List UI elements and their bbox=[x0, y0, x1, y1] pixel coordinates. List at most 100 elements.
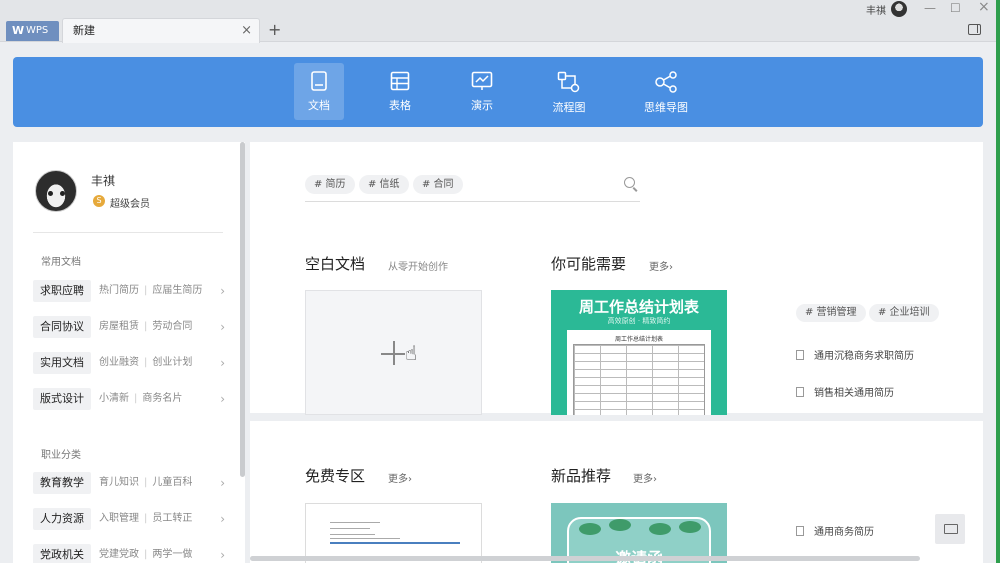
chevron-right-icon[interactable]: › bbox=[220, 472, 225, 494]
sidebar-item-government[interactable]: 党政机关 党建党政 | 两学一做 › bbox=[33, 544, 225, 563]
sub-link[interactable]: 入职管理 bbox=[99, 513, 139, 524]
category-label: 思维导图 bbox=[644, 101, 688, 114]
spreadsheet-icon bbox=[390, 71, 410, 91]
search-tag-resume[interactable]: # 简历 bbox=[305, 175, 355, 194]
tab-new[interactable]: 新建 × bbox=[62, 18, 260, 43]
side-panel-icon[interactable] bbox=[968, 24, 981, 35]
separator: | bbox=[134, 393, 138, 404]
chevron-right-icon[interactable]: › bbox=[220, 352, 225, 374]
account-avatar[interactable] bbox=[891, 1, 907, 17]
sidebar-divider bbox=[33, 232, 223, 233]
category-presentation[interactable]: 演示 bbox=[457, 63, 507, 120]
close-icon[interactable]: × bbox=[241, 19, 252, 43]
new-template-card[interactable]: 邀请函 bbox=[551, 503, 727, 563]
new-items-title: 新品推荐 bbox=[551, 467, 612, 485]
free-template-card[interactable] bbox=[305, 503, 482, 563]
sub-link[interactable]: 创业融资 bbox=[99, 357, 139, 368]
feedback-icon[interactable] bbox=[935, 514, 965, 544]
sidebar-scrollbar[interactable] bbox=[240, 142, 245, 477]
new-item-link[interactable]: 通用商务简历 bbox=[796, 523, 874, 538]
sub-link[interactable]: 创业计划 bbox=[152, 357, 192, 368]
category-mindmap[interactable]: 思维导图 bbox=[641, 63, 691, 120]
leaf-decoration bbox=[609, 519, 631, 531]
leaf-decoration bbox=[579, 523, 601, 535]
section-title-career: 职业分类 bbox=[41, 450, 81, 461]
tag-marketing[interactable]: # 营销管理 bbox=[796, 304, 866, 322]
sub-link[interactable]: 员工转正 bbox=[152, 513, 192, 524]
category-document[interactable]: 文档 bbox=[294, 63, 344, 120]
free-more-link[interactable]: 更多› bbox=[388, 470, 412, 485]
template-preview: 周工作总结计划表 bbox=[567, 330, 711, 415]
preview-line bbox=[330, 528, 370, 529]
leaf-decoration bbox=[679, 521, 701, 533]
account-name[interactable]: 丰祺 bbox=[866, 2, 886, 17]
sidebar-sub: 党建党政 | 两学一做 bbox=[99, 544, 192, 563]
template-table-grid bbox=[573, 344, 705, 415]
sub-link[interactable]: 劳动合同 bbox=[152, 321, 192, 332]
flowchart-icon bbox=[557, 71, 580, 93]
section-title-common: 常用文档 bbox=[41, 257, 81, 268]
sidebar-item-layout[interactable]: 版式设计 小清新 | 商务名片 › bbox=[33, 388, 225, 410]
mindmap-icon bbox=[655, 71, 677, 93]
sub-link[interactable]: 两学一做 bbox=[152, 549, 192, 560]
sidebar-item-education[interactable]: 教育教学 育儿知识 | 儿童百科 › bbox=[33, 472, 225, 494]
tag-training[interactable]: # 企业培训 bbox=[869, 304, 939, 322]
user-avatar[interactable] bbox=[35, 170, 77, 212]
minimize-button[interactable]: — bbox=[924, 1, 936, 15]
presentation-icon bbox=[471, 71, 493, 90]
link-text: 通用商务简历 bbox=[814, 527, 874, 538]
category-spreadsheet[interactable]: 表格 bbox=[375, 63, 425, 120]
sidebar-tag[interactable]: 人力资源 bbox=[33, 508, 91, 530]
chevron-right-icon[interactable]: › bbox=[220, 316, 225, 338]
separator: | bbox=[144, 549, 148, 560]
sidebar-tag[interactable]: 实用文档 bbox=[33, 352, 91, 374]
search-tag-letter[interactable]: # 信纸 bbox=[359, 175, 409, 194]
wps-tab-label: WPS bbox=[26, 25, 49, 36]
sidebar-sub: 小清新 | 商务名片 bbox=[99, 388, 182, 410]
template-card-weekly[interactable]: 周工作总结计划表 高效原创 · 精致简约 周工作总结计划表 bbox=[551, 290, 727, 415]
chevron-right-icon[interactable]: › bbox=[220, 388, 225, 410]
window-edge bbox=[996, 0, 1000, 563]
sidebar-item-practical[interactable]: 实用文档 创业融资 | 创业计划 › bbox=[33, 352, 225, 374]
recommend-link-1[interactable]: 通用沉稳商务求职简历 bbox=[796, 347, 914, 362]
sidebar-item-contract[interactable]: 合同协议 房屋租赁 | 劳动合同 › bbox=[33, 316, 225, 338]
sub-link[interactable]: 育儿知识 bbox=[99, 477, 139, 488]
tab-new-label: 新建 bbox=[73, 24, 95, 37]
wps-home-tab[interactable]: W WPS bbox=[6, 21, 59, 41]
add-tab-button[interactable]: + bbox=[268, 20, 281, 39]
search-icon[interactable] bbox=[624, 177, 635, 188]
main-panel-bottom: 免费专区 更多› 新品推荐 更多› 邀请函 通用商务简历 bbox=[250, 421, 983, 563]
sub-link[interactable]: 应届生简历 bbox=[152, 285, 202, 296]
chevron-right-icon[interactable]: › bbox=[220, 280, 225, 302]
free-zone-title: 免费专区 bbox=[305, 467, 366, 485]
blank-document-card[interactable]: ☝ bbox=[305, 290, 482, 415]
sub-link[interactable]: 儿童百科 bbox=[152, 477, 192, 488]
recommend-link-2[interactable]: 销售相关通用简历 bbox=[796, 384, 894, 399]
sub-link[interactable]: 商务名片 bbox=[142, 393, 182, 404]
window-close-button[interactable]: × bbox=[978, 0, 990, 15]
category-flowchart[interactable]: 流程图 bbox=[543, 63, 595, 120]
sub-link[interactable]: 小清新 bbox=[99, 393, 129, 404]
sidebar-tag[interactable]: 合同协议 bbox=[33, 316, 91, 338]
search-input[interactable] bbox=[305, 201, 640, 202]
sidebar-item-job[interactable]: 求职应聘 热门简历 | 应届生简历 › bbox=[33, 280, 225, 302]
sidebar: 丰祺 S 超级会员 常用文档 求职应聘 热门简历 | 应届生简历 › 合同协议 房屋… bbox=[13, 142, 245, 563]
horizontal-scrollbar[interactable] bbox=[250, 556, 920, 561]
recommend-more-link[interactable]: 更多› bbox=[649, 258, 673, 273]
sidebar-tag[interactable]: 教育教学 bbox=[33, 472, 91, 494]
new-more-link[interactable]: 更多› bbox=[633, 470, 657, 485]
sub-link[interactable]: 房屋租赁 bbox=[99, 321, 139, 332]
search-tag-contract[interactable]: # 合同 bbox=[413, 175, 463, 194]
separator: | bbox=[144, 513, 148, 524]
sub-link[interactable]: 党建党政 bbox=[99, 549, 139, 560]
user-name[interactable]: 丰祺 bbox=[91, 172, 115, 189]
chevron-right-icon[interactable]: › bbox=[220, 544, 225, 563]
sidebar-tag[interactable]: 党政机关 bbox=[33, 544, 91, 563]
sidebar-sub: 房屋租赁 | 劳动合同 bbox=[99, 316, 192, 338]
maximize-button[interactable]: ☐ bbox=[950, 1, 961, 15]
sidebar-tag[interactable]: 求职应聘 bbox=[33, 280, 91, 302]
sidebar-tag[interactable]: 版式设计 bbox=[33, 388, 91, 410]
chevron-right-icon[interactable]: › bbox=[220, 508, 225, 530]
sub-link[interactable]: 热门简历 bbox=[99, 285, 139, 296]
sidebar-item-hr[interactable]: 人力资源 入职管理 | 员工转正 › bbox=[33, 508, 225, 530]
